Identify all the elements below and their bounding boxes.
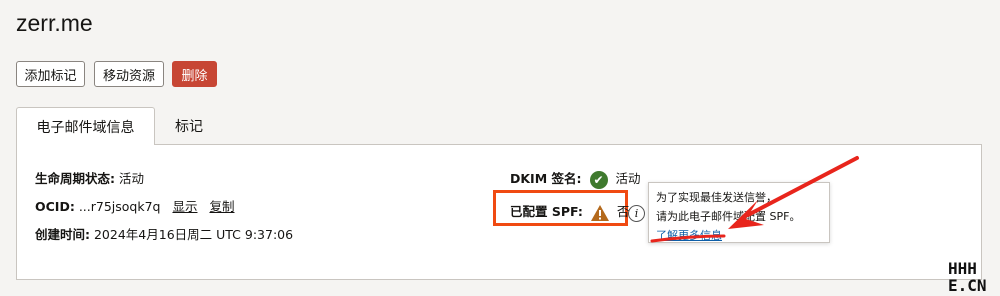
add-tag-button[interactable]: 添加标记 (16, 61, 85, 87)
learn-more-link[interactable]: 了解更多信息 (656, 229, 722, 242)
ocid-show-link[interactable]: 显示 (172, 199, 197, 214)
tab-tags[interactable]: 标记 (162, 107, 216, 145)
lifecycle-label: 生命周期状态: (35, 171, 115, 186)
created-label: 创建时间: (35, 227, 90, 242)
created-value: 2024年4月16日周二 UTC 9:37:06 (93, 227, 294, 242)
popup-line-2: 请为此电子邮件域配置 SPF。 (656, 210, 801, 223)
warning-triangle-icon (590, 204, 609, 221)
watermark-line-2: E.CN (948, 276, 987, 295)
dkim-value: 活动 (615, 171, 641, 186)
spf-label: 已配置 SPF: (510, 204, 583, 219)
ocid-value: ...r75jsoqk7q (78, 199, 161, 214)
info-icon[interactable]: i (628, 205, 645, 222)
watermark-line-1: HHH (948, 259, 977, 278)
delete-button[interactable]: 删除 (172, 61, 217, 87)
dkim-label: DKIM 签名: (510, 171, 582, 186)
ocid-row: OCID: ...r75jsoqk7q 显示 复制 (35, 196, 234, 215)
watermark-logo: HHH E.CN (948, 260, 1000, 296)
popup-line-1: 为了实现最佳发送信誉， (656, 191, 777, 204)
spf-info-popup: 为了实现最佳发送信誉， 请为此电子邮件域配置 SPF。 了解更多信息 (648, 182, 830, 243)
move-resource-button[interactable]: 移动资源 (94, 61, 164, 87)
dkim-row: DKIM 签名: ✔ 活动 (510, 168, 641, 189)
ocid-label: OCID: (35, 199, 75, 214)
check-circle-icon: ✔ (589, 170, 608, 189)
spf-row: 已配置 SPF: 否 (510, 201, 629, 222)
page-title: zerr.me (16, 10, 93, 36)
ocid-copy-link[interactable]: 复制 (209, 199, 234, 214)
tab-email-domain-info[interactable]: 电子邮件域信息 (16, 107, 155, 145)
lifecycle-row: 生命周期状态: 活动 (35, 168, 144, 187)
created-row: 创建时间: 2024年4月16日周二 UTC 9:37:06 (35, 224, 293, 243)
lifecycle-value: 活动 (118, 171, 144, 186)
